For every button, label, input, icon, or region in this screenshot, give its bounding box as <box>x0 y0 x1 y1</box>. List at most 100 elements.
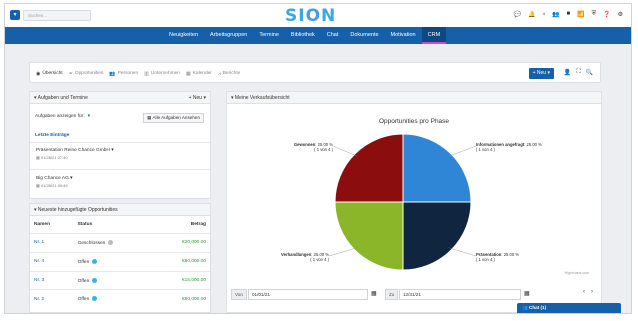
tab-übersicht[interactable]: ◉ Übersicht <box>36 71 63 77</box>
status-cell: Offen <box>73 289 152 309</box>
previous-arrow-icon[interactable]: ‹ <box>583 289 585 295</box>
task-filter-label: Aufgaben anzeigen für: <box>35 114 85 119</box>
to-date-input[interactable]: 12/31/21 <box>399 289 521 300</box>
chart-credit[interactable]: Highcharts.com <box>565 271 589 275</box>
dashboard-icon: ◉ <box>36 70 41 77</box>
main-menu-button[interactable]: ▾ <box>10 10 20 20</box>
slice-count: ( 1 von 4 ) <box>314 147 333 152</box>
opportunity-name-link[interactable]: Nr. 2 <box>30 289 74 309</box>
from-date-input[interactable]: 01/01/21 <box>248 289 368 300</box>
table-row[interactable]: Nr. 1 Geschlossen €20,000.00 <box>30 233 210 253</box>
opportunities-panel-title: Neueste hinzugefügte Opportunities <box>37 207 118 213</box>
column-header-status[interactable]: Status <box>74 216 152 234</box>
amount-cell: €15,000.00 <box>151 270 210 290</box>
table-row[interactable]: Nr. 2 Offen €50,000.00 <box>30 289 210 309</box>
date-range-row: Von 01/01/21 ▦ Zu 12/31/21 ▦ ‹ › <box>231 288 597 301</box>
tab-unternehmen[interactable]: ▥ Unternehmen <box>144 71 180 77</box>
task-filter-select[interactable]: ▾ <box>88 114 90 119</box>
search-input[interactable]: Suchen... <box>23 10 91 21</box>
column-header-name[interactable]: Namen <box>30 216 74 234</box>
chat-bar[interactable]: 👥 Chat (1) <box>517 303 621 313</box>
nav-item-chat[interactable]: Chat <box>321 27 345 44</box>
users-icon[interactable]: 👥 <box>552 11 559 18</box>
pie-slice[interactable] <box>402 201 472 271</box>
calendar-icon: ▦ <box>185 70 191 77</box>
calendar-icon[interactable]: ▦ <box>371 290 377 297</box>
opportunities-table: Namen Status Betrag Nr. 1 Geschlossen €20… <box>30 216 210 309</box>
status-text: Geschlossen <box>77 240 106 246</box>
all-tasks-button[interactable]: ▦ Alle Aufgaben Ansehen <box>143 113 204 123</box>
nav-item-neuigkeiten[interactable]: Neuigkeiten <box>163 27 204 44</box>
status-dot-icon <box>91 296 97 302</box>
column-header-amount[interactable]: Betrag <box>152 216 210 234</box>
to-label: Zu <box>385 289 399 300</box>
next-arrow-icon[interactable]: › <box>591 289 593 295</box>
amount-cell: €50,000.00 <box>151 289 210 309</box>
nav-item-dokumente[interactable]: Dokumente <box>344 27 384 44</box>
tasks-panel-title: Aufgaben und Termine <box>37 95 88 101</box>
task-item[interactable]: Präsentation Reine Chance GmbH ▾ ▦ 01/28… <box>36 148 114 160</box>
opportunity-name-link[interactable]: Nr. 4 <box>30 251 74 272</box>
sion-logo[interactable]: SION <box>285 6 336 26</box>
status-text: Offen <box>77 278 90 284</box>
handshake-icon: ⚭ <box>68 70 73 77</box>
nav-item-termine[interactable]: Termine <box>253 27 285 44</box>
opportunity-name-link[interactable]: Nr. 1 <box>30 233 74 253</box>
language-icon[interactable]: ⛨ <box>592 11 597 18</box>
settings-gear-icon[interactable]: ⚙ <box>618 11 623 18</box>
pie-slice-label: Informationen angefragt: 25.00 %( 1 von … <box>476 142 542 152</box>
status-text: Offen <box>77 259 90 265</box>
sales-overview-panel: ▾ Meine Verkaufsübersicht Opportunities … <box>226 91 602 313</box>
recent-entries-heading: Letzte Einträge <box>35 133 70 138</box>
slice-name: Verhandlungen <box>281 252 312 257</box>
pie-connector-line <box>448 145 477 157</box>
search-icon[interactable]: 🔍 <box>586 69 593 76</box>
recent-opportunities-panel: ▾ Neueste hinzugefügte Opportunities Nam… <box>29 203 211 313</box>
chevron-down-icon[interactable]: ▾ <box>70 176 72 181</box>
status-cell: Geschlossen <box>73 233 152 253</box>
pie-slice-label: Gewonnen: 25.00 %( 1 von 4 ) <box>293 142 333 152</box>
chat-bubble-icon[interactable]: 💬 <box>514 11 521 18</box>
nav-item-arbeitsgruppen[interactable]: Arbeitsgruppen <box>204 27 253 44</box>
status-dot-icon <box>107 240 113 245</box>
tab-label: Unternehmen <box>150 71 180 76</box>
main-navigation: Neuigkeiten Arbeitsgruppen Termine Biblioth… <box>5 27 631 44</box>
notification-bell-icon[interactable]: 🔔 <box>528 11 535 18</box>
nav-item-motivation[interactable]: Motivation <box>385 27 422 44</box>
pie-slice[interactable] <box>402 133 472 203</box>
slice-count: ( 1 von 4 ) <box>310 257 329 262</box>
table-row[interactable]: Nr. 4 Offen €80,000.00 <box>30 251 210 272</box>
tasks-panel: ▾ Aufgaben und Termine + Neu ▾ Aufgaben … <box>29 91 211 199</box>
report-chart-icon: ⩘ <box>217 70 221 77</box>
amount-cell: €20,000.00 <box>151 233 210 253</box>
slice-count: ( 1 von 4 ) <box>476 257 495 262</box>
nav-item-bibliothek[interactable]: Bibliothek <box>285 27 321 44</box>
top-icon-bar: 💬 🔔 4 👥 ■ 📶 ⛨ ❓ ⚙ <box>514 11 623 18</box>
video-icon[interactable]: ■ <box>567 11 571 18</box>
tab-kalender[interactable]: ▦ Kalender <box>186 71 212 77</box>
pie-connector-line <box>332 145 358 157</box>
pie-slice-label: Verhandlungen: 25.00 %( 1 von 4 ) <box>281 252 329 262</box>
opportunity-name-link[interactable]: Nr. 3 <box>30 270 74 290</box>
tab-label: Berichte <box>222 71 241 76</box>
tab-label: Kalender <box>192 71 212 76</box>
status-cell: Offen <box>73 251 152 272</box>
new-task-button[interactable]: + Neu ▾ <box>189 92 206 104</box>
task-item[interactable]: Big Chance AG ▾ ▦ 01/28/21 09:49 <box>36 176 73 188</box>
calendar-icon[interactable]: ▦ <box>524 290 530 297</box>
person-icon[interactable]: 👤 <box>564 69 571 76</box>
tab-personen[interactable]: 👥 Personen <box>109 71 138 77</box>
pie-slice[interactable] <box>334 133 404 203</box>
new-dropdown-button[interactable]: + Neu ▾ <box>528 68 554 79</box>
tab-berichte[interactable]: ⩘ Berichte <box>218 71 240 77</box>
tab-opportunities[interactable]: ⚭ Opportunities <box>69 71 104 77</box>
broadcast-icon[interactable]: 📶 <box>577 11 584 18</box>
fullscreen-icon[interactable]: ⛶ <box>576 69 580 76</box>
pie-slice[interactable] <box>334 201 404 271</box>
chevron-down-icon[interactable]: ▾ <box>111 148 113 153</box>
table-row[interactable]: Nr. 3 Offen €15,000.00 <box>30 270 210 290</box>
notification-count-badge: 4 <box>542 11 546 16</box>
tab-label: Personen <box>117 71 139 76</box>
nav-item-crm[interactable]: CRM <box>421 27 447 44</box>
help-icon[interactable]: ❓ <box>603 11 610 18</box>
